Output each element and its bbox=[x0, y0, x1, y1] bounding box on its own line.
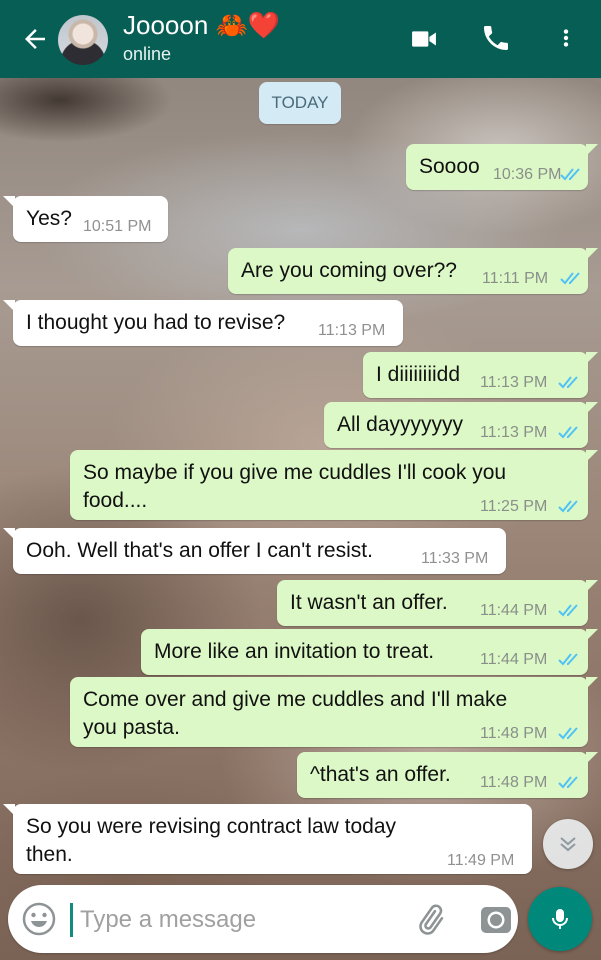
message-bubble-outgoing[interactable]: All dayyyyyyy 11:13 PM bbox=[324, 402, 598, 448]
contact-status: online bbox=[123, 44, 172, 64]
message-text: More like an invitation to treat. bbox=[154, 640, 435, 663]
message-time: 11:44 PM bbox=[480, 602, 548, 619]
read-receipt-icon bbox=[558, 500, 578, 513]
video-call-icon[interactable] bbox=[408, 26, 440, 52]
read-receipt-icon bbox=[558, 376, 578, 389]
message-text: It wasn't an offer. bbox=[290, 591, 448, 614]
message-text: I diiiiiiiidd bbox=[376, 363, 461, 386]
read-receipt-icon bbox=[560, 168, 580, 181]
message-bubble-outgoing[interactable]: So maybe if you give me cuddles I'll coo… bbox=[70, 450, 598, 520]
message-time: 11:13 PM bbox=[480, 374, 548, 391]
read-receipt-icon bbox=[558, 653, 578, 666]
message-bubble-outgoing[interactable]: More like an invitation to treat. 11:44 … bbox=[141, 629, 598, 675]
avatar[interactable] bbox=[58, 15, 108, 65]
message-text: Come over and give me cuddles and I'll m… bbox=[83, 688, 508, 739]
message-time: 11:13 PM bbox=[480, 424, 548, 441]
message-bubble-incoming[interactable]: Yes? 10:51 PM bbox=[3, 196, 168, 242]
message-bubble-outgoing[interactable]: Come over and give me cuddles and I'll m… bbox=[70, 677, 598, 747]
message-text: Soooo bbox=[419, 155, 480, 178]
message-bubble-outgoing[interactable]: Soooo 10:36 PM bbox=[406, 144, 598, 190]
message-text: ^that's an offer. bbox=[310, 763, 451, 786]
chat-header: Joooon 🦀❤️ online bbox=[0, 0, 601, 78]
voice-message-button[interactable] bbox=[528, 887, 592, 951]
message-time: 10:36 PM bbox=[493, 166, 562, 183]
message-time: 11:11 PM bbox=[482, 270, 549, 287]
read-receipt-icon bbox=[558, 426, 578, 439]
camera-icon[interactable] bbox=[478, 902, 514, 938]
message-time: 11:48 PM bbox=[480, 725, 548, 742]
voice-call-icon[interactable] bbox=[480, 22, 512, 54]
message-bubble-outgoing[interactable]: I diiiiiiiidd 11:13 PM bbox=[363, 352, 598, 398]
contact-name[interactable]: Joooon 🦀❤️ bbox=[123, 10, 280, 41]
message-bubble-outgoing[interactable]: Are you coming over?? 11:11 PM bbox=[228, 248, 598, 294]
message-time: 11:33 PM bbox=[421, 550, 489, 567]
mic-icon bbox=[552, 909, 568, 929]
message-bubble-outgoing[interactable]: ^that's an offer. 11:48 PM bbox=[297, 752, 598, 798]
message-time: 11:25 PM bbox=[480, 498, 548, 515]
message-text: So maybe if you give me cuddles I'll coo… bbox=[83, 461, 507, 512]
message-text: I thought you had to revise? bbox=[26, 311, 286, 334]
back-arrow-icon[interactable] bbox=[20, 24, 50, 54]
read-receipt-icon bbox=[558, 727, 578, 740]
message-time: 11:49 PM bbox=[447, 852, 515, 869]
message-text: Are you coming over?? bbox=[241, 259, 457, 282]
read-receipt-icon bbox=[558, 776, 578, 789]
message-time: 11:48 PM bbox=[480, 774, 548, 791]
message-text: Yes? bbox=[26, 207, 72, 230]
more-options-icon[interactable] bbox=[555, 22, 577, 54]
message-input[interactable] bbox=[80, 903, 400, 937]
date-chip: TODAY bbox=[259, 82, 341, 124]
message-bubble-incoming[interactable]: Ooh. Well that's an offer I can't resist… bbox=[3, 528, 506, 574]
message-bubble-outgoing[interactable]: It wasn't an offer. 11:44 PM bbox=[277, 580, 598, 626]
message-bubble-incoming[interactable]: So you were revising contract law today … bbox=[3, 804, 532, 874]
message-time: 11:13 PM bbox=[318, 322, 386, 339]
double-chevron-down-icon bbox=[560, 837, 576, 852]
emoji-icon[interactable] bbox=[21, 901, 57, 937]
message-time: 10:51 PM bbox=[83, 218, 152, 235]
message-text: Ooh. Well that's an offer I can't resist… bbox=[26, 539, 373, 562]
attach-icon[interactable] bbox=[413, 903, 447, 937]
text-cursor bbox=[70, 903, 73, 937]
read-receipt-icon bbox=[558, 604, 578, 617]
message-bubble-incoming[interactable]: I thought you had to revise? 11:13 PM bbox=[3, 300, 403, 346]
scroll-to-bottom-button[interactable] bbox=[543, 819, 593, 869]
message-time: 11:44 PM bbox=[480, 651, 548, 668]
message-composer bbox=[8, 885, 518, 953]
read-receipt-icon bbox=[560, 272, 580, 285]
message-text: All dayyyyyyy bbox=[337, 413, 464, 436]
message-text: So you were revising contract law today … bbox=[26, 815, 397, 866]
